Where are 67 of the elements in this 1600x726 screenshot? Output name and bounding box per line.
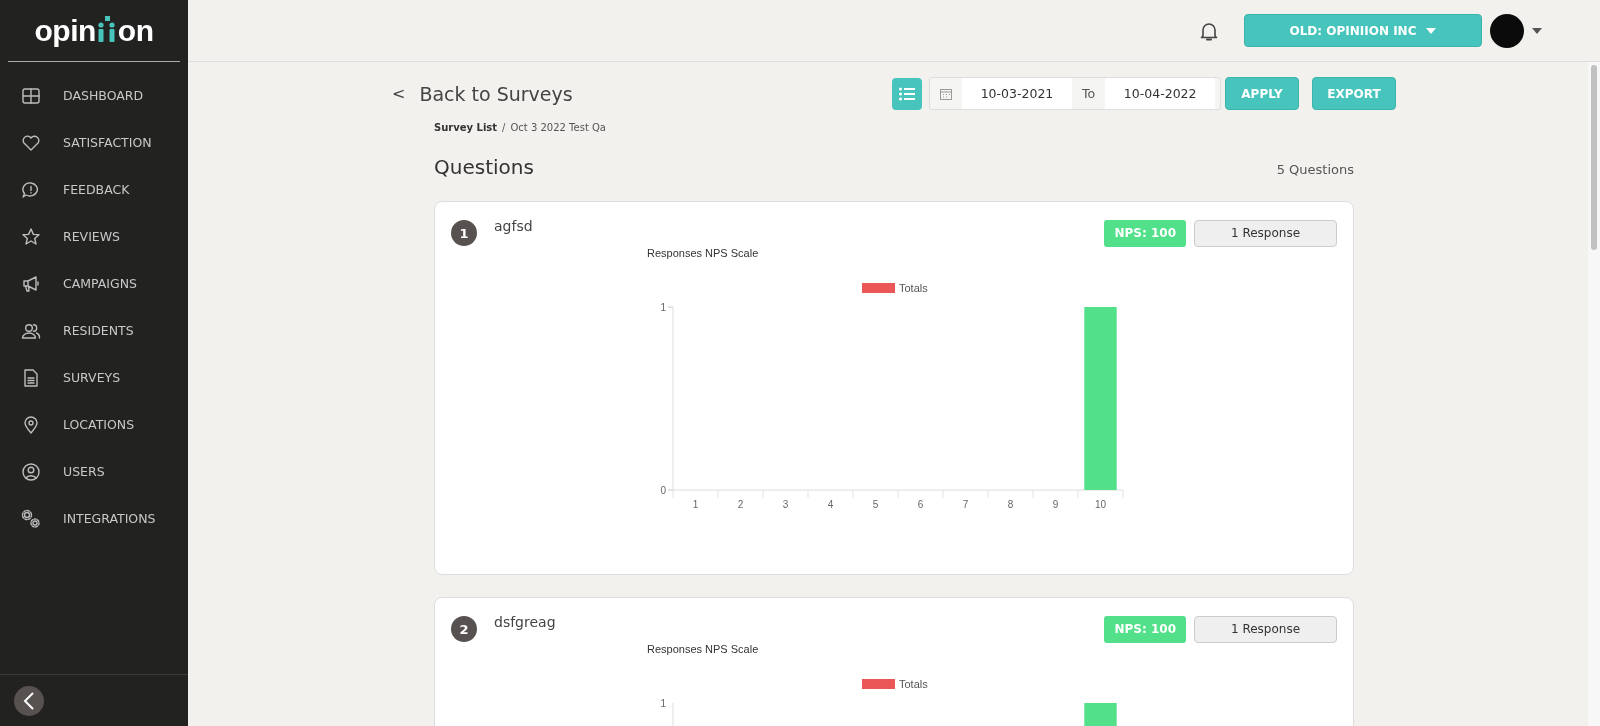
nav-item[interactable]: DASHBOARD (0, 72, 188, 119)
x-tick-label: 4 (827, 499, 834, 510)
nav-item[interactable]: RESIDENTS (0, 307, 188, 354)
caret-icon (1532, 27, 1542, 34)
date-to-field[interactable]: 10-04-2022 (1105, 78, 1216, 109)
nav-item[interactable]: SURVEYS (0, 354, 188, 401)
list-view-button[interactable] (892, 77, 922, 110)
nav-item[interactable]: USERS (0, 448, 188, 495)
avatar[interactable] (1490, 13, 1524, 48)
grid-icon (21, 85, 41, 106)
speech-bubble-icon (21, 179, 41, 200)
legend-item[interactable]: Totals (862, 678, 928, 690)
question-number: 2 (451, 616, 477, 642)
x-tick-label: 10 (1094, 499, 1107, 510)
bar[interactable] (1084, 703, 1117, 726)
calendar-icon (940, 87, 952, 100)
nps-badge: NPS: 100 (1104, 615, 1186, 643)
logo-text: on (117, 15, 154, 46)
collapse-button[interactable] (14, 685, 44, 716)
map-pin-icon (21, 414, 41, 435)
x-tick-label: 3 (782, 499, 789, 510)
scrollbar-thumb[interactable] (1591, 65, 1597, 250)
question-count: 5 Questions (1276, 162, 1354, 177)
nps-badge: NPS: 100 (1104, 219, 1186, 247)
nav-item[interactable]: INTEGRATIONS (0, 495, 188, 542)
logo-text: opin (34, 15, 96, 46)
nav-item[interactable]: CAMPAIGNS (0, 260, 188, 307)
date-from-field[interactable]: 10-03-2021 (962, 78, 1072, 109)
question-title: dsfgreag (494, 614, 556, 630)
user-circle-icon (21, 461, 41, 482)
x-tick-label: 5 (872, 499, 879, 510)
question-title: agfsd (494, 218, 533, 234)
bar[interactable] (1084, 307, 1117, 490)
back-link[interactable]: < Back to Surveys (392, 82, 573, 105)
y-tick-label: 1 (660, 302, 666, 313)
gears-icon (21, 508, 41, 529)
caret-icon (1426, 27, 1437, 34)
x-tick-label: 6 (917, 499, 924, 510)
list-icon (899, 86, 915, 101)
responses-button[interactable]: 1 Response (1194, 219, 1337, 247)
x-tick-label: 2 (737, 499, 744, 510)
chevron-left-icon (23, 691, 35, 710)
breadcrumb-link[interactable]: Survey List (434, 122, 498, 133)
responses-button[interactable]: 1 Response (1194, 615, 1337, 643)
question-number: 1 (451, 220, 477, 246)
x-tick-label: 1 (692, 499, 699, 510)
document-icon (21, 367, 41, 388)
nav-item[interactable]: FEEDBACK (0, 166, 188, 213)
y-tick-label: 0 (660, 485, 666, 496)
nav-item[interactable]: LOCATIONS (0, 401, 188, 448)
chart-title: Responses NPS Scale (647, 643, 759, 655)
star-icon (21, 226, 41, 247)
to-label: To (1081, 86, 1097, 101)
x-tick-label: 9 (1052, 499, 1059, 510)
chart-title: Responses NPS Scale (647, 247, 759, 259)
breadcrumb-separator: / (502, 122, 506, 133)
breadcrumb-current: Oct 3 2022 Test Qa (510, 122, 606, 133)
y-tick-label: 1 (660, 698, 666, 709)
nav-item[interactable]: SATISFACTION (0, 119, 188, 166)
x-tick-label: 7 (962, 499, 969, 510)
legend-item[interactable]: Totals (862, 282, 928, 294)
section-title: Questions (434, 155, 534, 179)
nav-item[interactable]: REVIEWS (0, 213, 188, 260)
megaphone-icon (21, 273, 41, 294)
heart-icon (21, 132, 41, 153)
scrollbar[interactable] (1588, 62, 1600, 726)
x-tick-label: 8 (1007, 499, 1014, 510)
